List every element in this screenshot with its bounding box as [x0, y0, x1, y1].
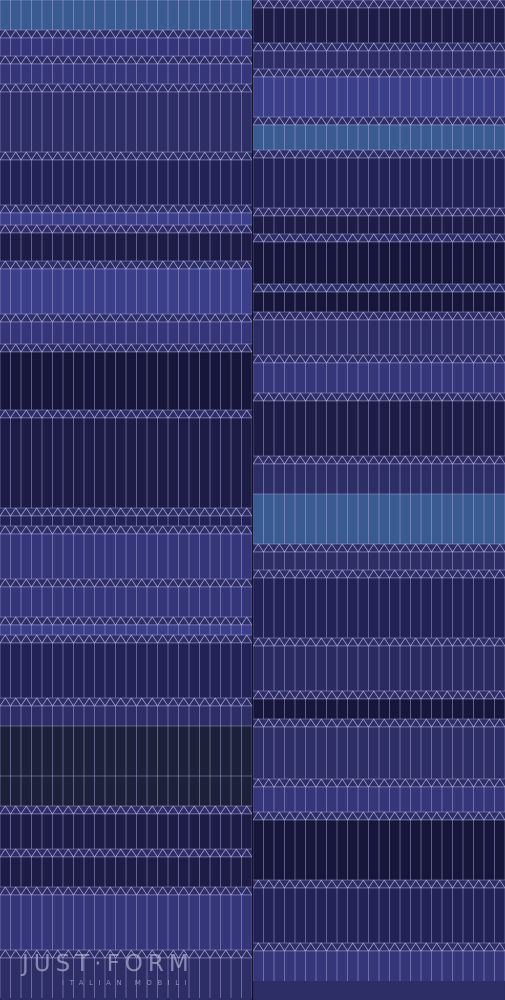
- zigzag-band: [252, 718, 505, 728]
- zigzag-band: [0, 578, 253, 588]
- tile-band: [0, 515, 253, 526]
- tile-band: [252, 241, 505, 284]
- tile-band: [252, 7, 505, 43]
- tile-band: [0, 91, 253, 152]
- zigzag-band: [252, 637, 505, 647]
- tile-band: [252, 493, 505, 544]
- tile-band: [0, 37, 253, 56]
- tile-band: [252, 577, 505, 638]
- zigzag-band: [252, 68, 505, 78]
- tile-band: [0, 775, 253, 806]
- tile-band: [252, 463, 505, 494]
- zigzag-band: [0, 55, 253, 65]
- tile-band: [0, 321, 253, 344]
- tile-band: [252, 400, 505, 456]
- tile-band: [0, 268, 253, 314]
- tile-band: [0, 624, 253, 635]
- tile-band: [0, 894, 253, 950]
- tile-band: [0, 232, 253, 261]
- tile-band: [252, 819, 505, 880]
- tile-band: [252, 50, 505, 69]
- tile-band: [252, 645, 505, 691]
- tile-band: [0, 705, 253, 726]
- tile-band: [252, 319, 505, 355]
- tile-band: [252, 887, 505, 943]
- zigzag-band: [252, 233, 505, 243]
- tile-band: [252, 215, 505, 234]
- zigzag-band: [252, 311, 505, 321]
- tile-band: [252, 551, 505, 570]
- zigzag-band: [0, 83, 253, 93]
- tile-band: [0, 586, 253, 617]
- zigzag-band: [0, 151, 253, 161]
- zigzag-band: [252, 116, 505, 126]
- tile-band: [0, 159, 253, 205]
- zigzag-band: [0, 634, 253, 644]
- zigzag-band: [252, 354, 505, 364]
- tile-band: [252, 124, 505, 150]
- zigzag-band: [0, 886, 253, 896]
- zigzag-band: [252, 0, 505, 9]
- tile-band: [252, 950, 505, 981]
- zigzag-band: [252, 455, 505, 465]
- zigzag-band: [0, 507, 253, 517]
- tile-band: [252, 698, 505, 719]
- tile-band: [0, 813, 253, 849]
- zigzag-band: [0, 313, 253, 323]
- tile-band: [0, 212, 253, 225]
- tile-band: [0, 533, 253, 579]
- zigzag-band: [0, 29, 253, 39]
- zigzag-band: [0, 204, 253, 214]
- zigzag-band: [0, 409, 253, 419]
- zigzag-band: [0, 616, 253, 626]
- tile-band: [0, 957, 253, 998]
- tile-band: [252, 291, 505, 312]
- zigzag-band: [252, 392, 505, 402]
- zigzag-band: [252, 778, 505, 788]
- zigzag-band: [0, 805, 253, 815]
- zigzag-band: [0, 848, 253, 858]
- zigzag-band: [252, 811, 505, 821]
- zigzag-band: [252, 149, 505, 159]
- zigzag-band: [0, 697, 253, 707]
- zigzag-band: [252, 207, 505, 217]
- zigzag-band: [252, 942, 505, 952]
- zigzag-band: [252, 569, 505, 579]
- tile-band: [252, 786, 505, 812]
- tile-band: [0, 351, 253, 410]
- zigzag-band: [0, 525, 253, 535]
- zigzag-band: [252, 690, 505, 700]
- zigzag-band: [0, 260, 253, 270]
- tile-band: [0, 63, 253, 84]
- zigzag-band: [0, 224, 253, 234]
- tile-band: [0, 642, 253, 698]
- zigzag-band: [0, 343, 253, 353]
- tile-band: [0, 0, 253, 30]
- tile-pattern: [0, 0, 505, 1000]
- tile-band: [0, 417, 253, 508]
- tile-band: [252, 157, 505, 208]
- tile-band: [252, 726, 505, 779]
- tile-band: [252, 362, 505, 393]
- tile-band: [252, 76, 505, 117]
- zigzag-band: [252, 283, 505, 293]
- tile-band: [0, 725, 253, 776]
- tile-band: [0, 856, 253, 887]
- zigzag-band: [252, 879, 505, 889]
- zigzag-band: [0, 949, 253, 959]
- zigzag-band: [252, 543, 505, 553]
- zigzag-band: [252, 42, 505, 52]
